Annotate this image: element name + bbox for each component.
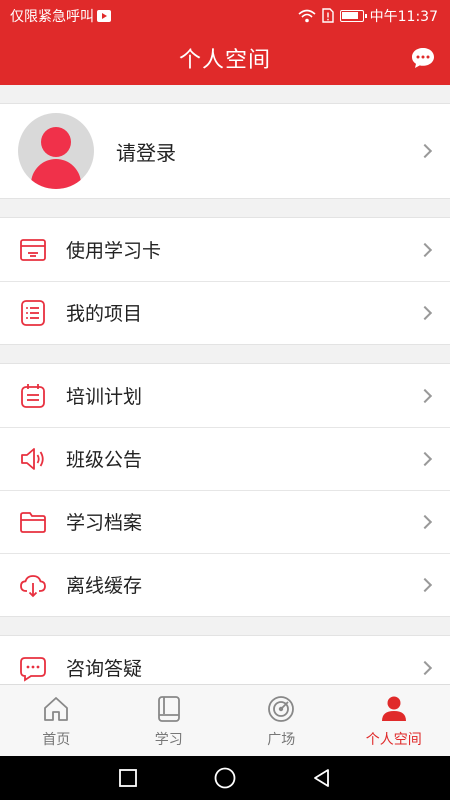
- study-card-icon: [18, 235, 48, 265]
- menu-item-label: 咨询答疑: [66, 658, 143, 680]
- login-label: 请登录: [116, 140, 176, 165]
- status-time: 中午11:37: [369, 8, 438, 25]
- menu-item-my-projects[interactable]: 我的项目: [0, 281, 450, 344]
- status-right: 中午11:37: [298, 6, 438, 26]
- project-list-icon: [18, 298, 48, 328]
- bottom-tab-bar: 首页 学习 广场 个人空间: [0, 684, 450, 756]
- menu-item-consult[interactable]: 咨询答疑: [0, 636, 450, 684]
- carrier-text: 仅限紧急呼叫: [10, 8, 94, 25]
- menu-item-study-archive[interactable]: 学习档案: [0, 490, 450, 553]
- chevron-right-icon: [417, 388, 433, 403]
- chevron-right-icon: [417, 242, 433, 257]
- carrier-info: 仅限紧急呼叫: [10, 6, 111, 26]
- calendar-icon: [18, 381, 48, 411]
- radar-icon: [265, 693, 297, 725]
- menu-item-class-notice[interactable]: 班级公告: [0, 427, 450, 490]
- home-circle-icon[interactable]: [203, 756, 247, 800]
- content-area[interactable]: 请登录 使用学习卡 我的项目 培训计划 班级公告 学习档案 离线缓存 咨询答疑: [0, 85, 450, 684]
- person-icon: [378, 693, 410, 725]
- tab-label: 广场: [267, 731, 296, 748]
- video-badge-icon: [97, 9, 111, 22]
- menu-item-offline-cache[interactable]: 离线缓存: [0, 553, 450, 616]
- chevron-right-icon: [417, 577, 433, 592]
- chevron-right-icon: [417, 143, 433, 159]
- wifi-icon: [298, 9, 316, 22]
- menu-group-1: 使用学习卡 我的项目: [0, 217, 450, 345]
- status-bar: 仅限紧急呼叫 中午11:37: [0, 0, 450, 31]
- recent-apps-icon[interactable]: [106, 756, 150, 800]
- menu-group-3: 咨询答疑: [0, 635, 450, 684]
- menu-item-study-card[interactable]: 使用学习卡: [0, 218, 450, 281]
- speaker-icon: [18, 444, 48, 474]
- tab-label: 个人空间: [365, 731, 422, 748]
- book-icon: [153, 693, 185, 725]
- consult-chat-icon: [18, 653, 48, 683]
- cloud-download-icon: [18, 570, 48, 600]
- sim-alert-icon: [321, 8, 334, 23]
- menu-item-label: 离线缓存: [66, 575, 143, 597]
- profile-row[interactable]: 请登录: [0, 103, 450, 199]
- tab-home[interactable]: 首页: [0, 685, 113, 756]
- page-title: 个人空间: [178, 48, 271, 73]
- chevron-right-icon: [417, 451, 433, 466]
- title-bar: 个人空间: [0, 31, 450, 85]
- tab-label: 首页: [42, 731, 71, 748]
- menu-item-label: 培训计划: [66, 386, 143, 408]
- chevron-right-icon: [417, 305, 433, 320]
- avatar: [18, 113, 94, 189]
- tab-personal-space[interactable]: 个人空间: [338, 685, 450, 756]
- menu-item-label: 使用学习卡: [66, 240, 162, 262]
- menu-group-2: 培训计划 班级公告 学习档案 离线缓存: [0, 363, 450, 617]
- system-nav-bar: [0, 756, 450, 800]
- tab-square[interactable]: 广场: [225, 685, 338, 756]
- back-triangle-icon[interactable]: [300, 756, 344, 800]
- home-icon: [40, 693, 72, 725]
- chevron-right-icon: [417, 514, 433, 529]
- menu-item-label: 学习档案: [66, 512, 143, 534]
- tab-study[interactable]: 学习: [113, 685, 226, 756]
- chat-bubble-icon[interactable]: [410, 45, 436, 71]
- battery-icon: [339, 9, 367, 22]
- menu-item-training-plan[interactable]: 培训计划: [0, 364, 450, 427]
- menu-item-label: 班级公告: [66, 449, 143, 471]
- tab-label: 学习: [154, 731, 183, 748]
- chevron-right-icon: [417, 660, 433, 675]
- menu-item-label: 我的项目: [66, 303, 143, 325]
- folder-icon: [18, 507, 48, 537]
